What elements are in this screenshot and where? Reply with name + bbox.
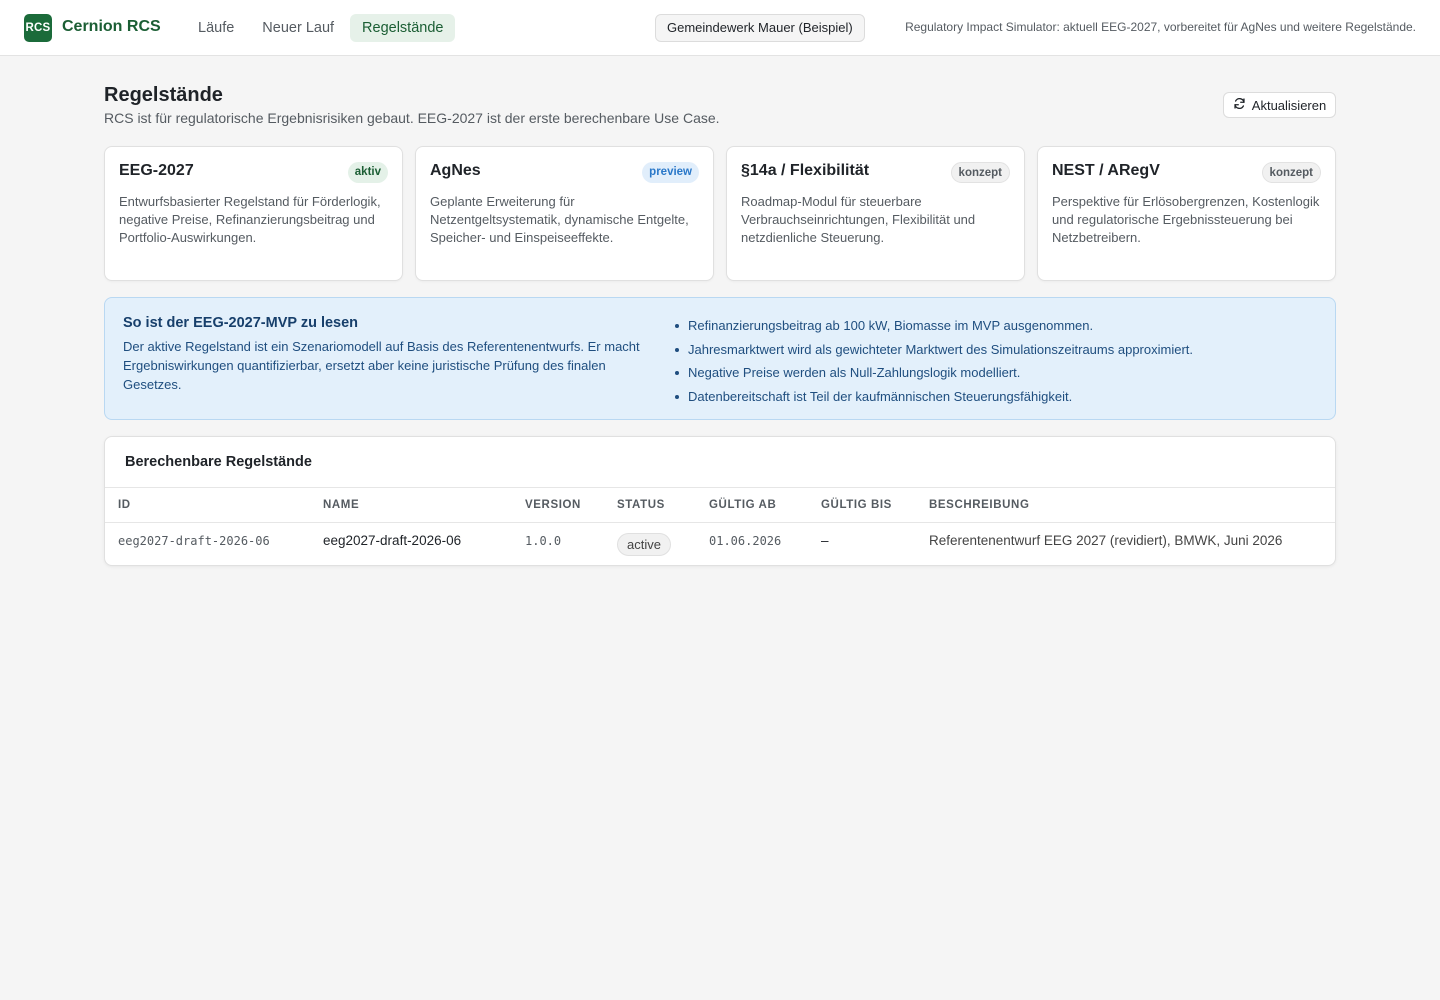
card-description: Perspektive für Erlösobergrenzen, Kosten…	[1052, 194, 1320, 245]
page-subtitle: RCS ist für regulatorische Ergebnisrisik…	[104, 110, 720, 126]
info-point: Negative Preise werden als Null-Zahlungs…	[675, 361, 1193, 385]
column-header-status[interactable]: STATUS	[617, 499, 665, 511]
info-point: Jahresmarktwert wird als gewichteter Mar…	[675, 338, 1193, 362]
status-badge: active	[617, 533, 671, 556]
status-badge: konzept	[1261, 162, 1321, 183]
cell-valid-to: –	[821, 533, 829, 548]
app-logo[interactable]: RCS	[24, 14, 52, 42]
nav-item-laeufe[interactable]: Läufe	[186, 14, 246, 42]
status-badge: preview	[642, 162, 699, 183]
refresh-icon	[1233, 97, 1246, 113]
card-description: Geplante Erweiterung für Netzentgeltsyst…	[430, 194, 689, 245]
cell-name: eeg2027-draft-2026-06	[323, 533, 462, 548]
status-badge: konzept	[950, 162, 1010, 183]
table-header: ID NAME VERSION STATUS GÜLTIG AB GÜLTIG …	[105, 487, 1335, 523]
nav-item-regelstaende[interactable]: Regelstände	[350, 14, 456, 42]
info-point: Refinanzierungsbeitrag ab 100 kW, Biomas…	[675, 314, 1193, 338]
page-title: Regelstände	[104, 84, 223, 106]
top-bar: RCS Cernion RCS Läufe Neuer Lauf Regelst…	[0, 0, 1440, 56]
card-description: Entwurfsbasierter Regelstand für Förderl…	[119, 194, 381, 245]
column-header-name[interactable]: NAME	[323, 499, 359, 511]
cell-description: Referentenentwurf EEG 2027 (revidiert), …	[929, 533, 1283, 548]
main-nav: Läufe Neuer Lauf Regelstände	[186, 14, 456, 42]
column-header-valid-from[interactable]: GÜLTIG AB	[709, 499, 776, 511]
card-title: §14a / Flexibilität	[741, 162, 870, 179]
brand-name[interactable]: Cernion RCS	[62, 18, 161, 36]
status-badge: aktiv	[347, 162, 388, 183]
regelstand-card-eeg2027[interactable]: EEG-2027 aktiv Entwurfsbasierter Regelst…	[104, 146, 403, 281]
regelstand-card-nest[interactable]: NEST / ARegV konzept Perspektive für Erl…	[1037, 146, 1336, 281]
column-header-version[interactable]: VERSION	[525, 499, 581, 511]
refresh-button-label: Aktualisieren	[1251, 97, 1327, 113]
tenant-selector[interactable]: Gemeindewerk Mauer (Beispiel)	[655, 14, 865, 42]
card-title: EEG-2027	[119, 162, 194, 179]
info-points: Refinanzierungsbeitrag ab 100 kW, Biomas…	[675, 314, 1193, 409]
regelstand-card-14a[interactable]: §14a / Flexibilität konzept Roadmap-Modu…	[726, 146, 1025, 281]
cell-version: 1.0.0	[525, 534, 562, 548]
column-header-valid-to[interactable]: GÜLTIG BIS	[821, 499, 892, 511]
info-title: So ist der EEG-2027-MVP zu lesen	[123, 315, 359, 331]
cell-id: eeg2027-draft-2026-06	[118, 534, 270, 548]
table-title: Berechenbare Regelstände	[125, 454, 312, 470]
info-point: Datenbereitschaft ist Teil der kaufmänni…	[675, 385, 1193, 409]
column-header-description[interactable]: BESCHREIBUNG	[929, 499, 1030, 511]
card-title: AgNes	[430, 162, 481, 179]
card-title: NEST / ARegV	[1052, 162, 1160, 179]
column-header-id[interactable]: ID	[118, 499, 131, 511]
cell-valid-from: 01.06.2026	[709, 534, 782, 548]
mvp-info-box: So ist der EEG-2027-MVP zu lesen Der akt…	[104, 297, 1336, 420]
info-text: Der aktive Regelstand ist ein Szenariomo…	[123, 339, 640, 392]
refresh-button[interactable]: Aktualisieren	[1223, 92, 1336, 118]
nav-item-neuer-lauf[interactable]: Neuer Lauf	[250, 14, 346, 42]
regelstand-card-agnes[interactable]: AgNes preview Geplante Erweiterung für N…	[415, 146, 714, 281]
card-description: Roadmap-Modul für steuerbare Verbrauchse…	[741, 194, 976, 245]
table-row[interactable]: eeg2027-draft-2026-06 eeg2027-draft-2026…	[105, 523, 1335, 565]
app-tagline: Regulatory Impact Simulator: aktuell EEG…	[905, 20, 1416, 34]
regelstaende-table-card: Berechenbare Regelstände ID NAME VERSION…	[104, 436, 1336, 566]
